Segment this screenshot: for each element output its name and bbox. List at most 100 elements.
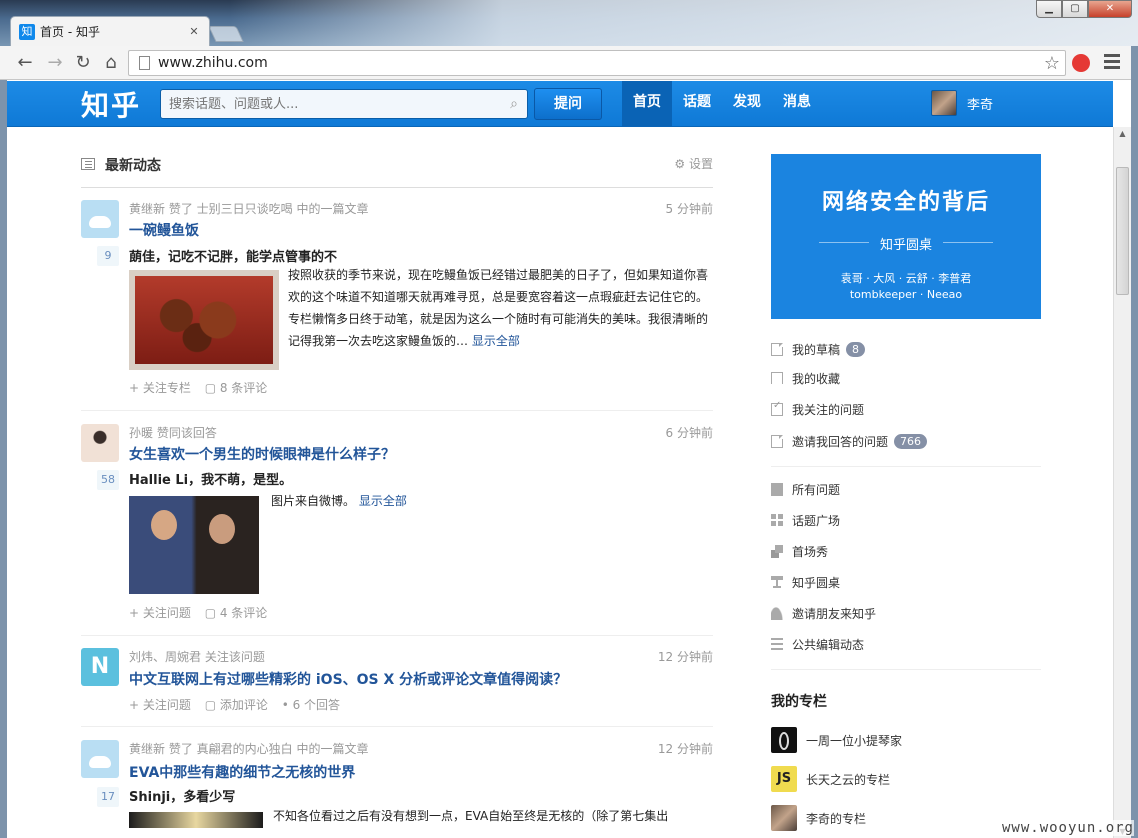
- show-all-link[interactable]: 显示全部: [359, 494, 407, 508]
- sidebar-item-drafts[interactable]: 我的草稿 8: [771, 339, 866, 359]
- article-thumbnail[interactable]: [129, 812, 263, 828]
- search-box: ⌕: [160, 89, 528, 119]
- sidebar-item-followed-questions[interactable]: 我关注的问题: [771, 399, 864, 419]
- bookmark-star-icon[interactable]: ☆: [1039, 53, 1065, 74]
- reload-icon[interactable]: ↻: [72, 52, 94, 74]
- author-line[interactable]: 蓢佳，记吃不记胖，能学点管事的不: [129, 246, 337, 265]
- home-icon[interactable]: ⌂: [100, 52, 122, 74]
- column-item[interactable]: 李奇的专栏: [771, 805, 866, 831]
- search-icon[interactable]: ⌕: [501, 96, 527, 112]
- column-item[interactable]: 一周一位小提琴家: [771, 727, 902, 753]
- sidebar-item-all-questions[interactable]: 所有问题: [771, 479, 840, 499]
- banner-divider-right: [943, 242, 993, 243]
- bookmark-icon: [771, 372, 783, 384]
- questions-icon: [771, 482, 783, 496]
- divider: [81, 635, 713, 636]
- feed-item: 黄继新 赞了 士别三日只谈吃喝 中的一篇文章 5 分钟前 一碗鳗鱼饭 9 蓢佳，…: [81, 200, 713, 410]
- feed-list-icon: [81, 158, 95, 170]
- scrollbar-thumb[interactable]: [1116, 167, 1129, 295]
- address-bar[interactable]: www.zhihu.com ☆: [128, 50, 1066, 76]
- feed-item-title[interactable]: EVA中那些有趣的细节之无核的世界: [129, 762, 355, 782]
- minimize-button[interactable]: ▁: [1036, 0, 1062, 18]
- zhihu-logo[interactable]: 知乎: [81, 84, 141, 124]
- back-arrow-icon[interactable]: ←: [14, 52, 36, 74]
- avatar[interactable]: [81, 740, 119, 778]
- nav-explore[interactable]: 发现: [722, 81, 772, 127]
- tab-close-icon[interactable]: ✕: [187, 25, 201, 38]
- feed-settings-link[interactable]: ⚙ 设置: [674, 155, 713, 172]
- feed-item-title[interactable]: 中文互联网上有过哪些精彩的 iOS、OS X 分析或评论文章值得阅读？: [129, 669, 567, 689]
- page-scrollbar[interactable]: ▲ ▼: [1113, 127, 1131, 838]
- column-name: 李奇的专栏: [806, 811, 867, 826]
- avatar[interactable]: [931, 90, 957, 116]
- vote-count[interactable]: 58: [97, 470, 119, 490]
- banner-subtitle: 知乎圆桌: [879, 238, 932, 253]
- maximize-button[interactable]: ▢: [1062, 0, 1088, 18]
- page-icon: [139, 56, 150, 70]
- feed-item-time: 12 分钟前: [657, 742, 713, 756]
- list-icon: [771, 637, 783, 651]
- nav-home[interactable]: 首页: [622, 81, 672, 127]
- comments-button[interactable]: ▢ 8 条评论: [205, 381, 268, 395]
- trophy-icon: [771, 575, 783, 589]
- feed-item-excerpt: 图片来自微博。 显示全部: [271, 490, 571, 512]
- gear-icon: ⚙: [674, 157, 686, 171]
- avatar[interactable]: [81, 200, 119, 238]
- follow-column-button[interactable]: + 关注专栏: [129, 381, 191, 395]
- comments-button[interactable]: ▢ 4 条评论: [205, 606, 268, 620]
- nav-topics[interactable]: 话题: [672, 81, 722, 127]
- sidebar-item-invitations[interactable]: 邀请我回答的问题 766: [771, 431, 928, 451]
- sidebar-item-roundtable[interactable]: 知乎圆桌: [771, 572, 840, 592]
- main-nav: 首页 话题 发现 消息: [622, 81, 822, 127]
- avatar: [771, 805, 797, 831]
- feed-header: 最新动态 ⚙ 设置: [81, 152, 713, 188]
- ask-question-button[interactable]: 提问: [534, 88, 602, 120]
- add-user-icon: [771, 606, 783, 620]
- sidebar-item-label: 话题广场: [792, 513, 841, 528]
- excerpt-text: 图片来自微博。: [271, 494, 356, 508]
- add-comment-button[interactable]: ▢ 添加评论: [205, 698, 268, 712]
- follow-question-button[interactable]: + 关注问题: [129, 698, 191, 712]
- author-line[interactable]: Shinji，多看少写: [129, 786, 235, 805]
- sidebar-item-invite-friends[interactable]: 邀请朋友来知乎: [771, 603, 876, 623]
- feed-item-actions: + 关注问题 ▢ 添加评论 • 6 个回答: [129, 696, 350, 713]
- checkbox-icon: [771, 400, 783, 416]
- feed-item: 孙暖 赞同该回答 6 分钟前 女生喜欢一个男生的时候眼神是什么样子？ 58 Ha…: [81, 424, 713, 634]
- author-line[interactable]: Hallie Li，我不萌，是型。: [129, 469, 292, 488]
- show-all-link[interactable]: 显示全部: [472, 334, 520, 348]
- user-name[interactable]: 李奇: [967, 94, 993, 113]
- vote-count[interactable]: 9: [97, 246, 119, 266]
- feed-item-title[interactable]: 一碗鳗鱼饭: [129, 220, 199, 240]
- document-icon: [771, 342, 783, 356]
- banner-guests: 袁哥 · 大风 · 云舒 · 李普君: [840, 272, 972, 285]
- search-input[interactable]: [169, 96, 501, 112]
- forward-arrow-icon[interactable]: →: [44, 52, 66, 74]
- column-item[interactable]: JS 长天之云的专栏: [771, 766, 890, 792]
- answer-thumbnail[interactable]: [129, 496, 259, 594]
- answers-count[interactable]: • 6 个回答: [282, 698, 340, 712]
- browser-menu-icon[interactable]: [1104, 54, 1120, 70]
- url-text[interactable]: www.zhihu.com: [158, 55, 1039, 71]
- browser-toolbar: ← → ↻ ⌂ www.zhihu.com ☆: [0, 46, 1138, 80]
- count-badge: 8: [846, 341, 866, 357]
- feed-item-title[interactable]: 女生喜欢一个男生的时候眼神是什么样子？: [129, 444, 395, 464]
- vote-count[interactable]: 17: [97, 787, 119, 807]
- divider: [81, 410, 713, 411]
- browser-tab[interactable]: 知 首页 - 知乎 ✕: [10, 16, 210, 46]
- sidebar-item-debut[interactable]: 首场秀: [771, 541, 828, 561]
- roundtable-banner[interactable]: 网络安全的背后 知乎圆桌 袁哥 · 大风 · 云舒 · 李普君 tombkeep…: [771, 154, 1041, 319]
- sidebar-item-topic-square[interactable]: 话题广场: [771, 510, 840, 530]
- article-thumbnail[interactable]: [129, 270, 279, 370]
- user-menu[interactable]: 李奇: [931, 90, 993, 116]
- extension-icon[interactable]: [1072, 54, 1090, 72]
- violin-avatar: [771, 727, 797, 753]
- follow-question-button[interactable]: + 关注问题: [129, 606, 191, 620]
- avatar[interactable]: [81, 424, 119, 462]
- scroll-up-icon[interactable]: ▲: [1117, 129, 1128, 138]
- avatar[interactable]: N: [81, 648, 119, 686]
- sidebar-item-collections[interactable]: 我的收藏: [771, 368, 840, 388]
- close-window-button[interactable]: ✕: [1088, 0, 1132, 18]
- sidebar-item-public-edits[interactable]: 公共编辑动态: [771, 634, 864, 654]
- excerpt-text: 不知各位看过之后有没有想到一点，EVA自始至终是无核的（除了第七集出: [273, 809, 669, 823]
- nav-messages[interactable]: 消息: [772, 81, 822, 127]
